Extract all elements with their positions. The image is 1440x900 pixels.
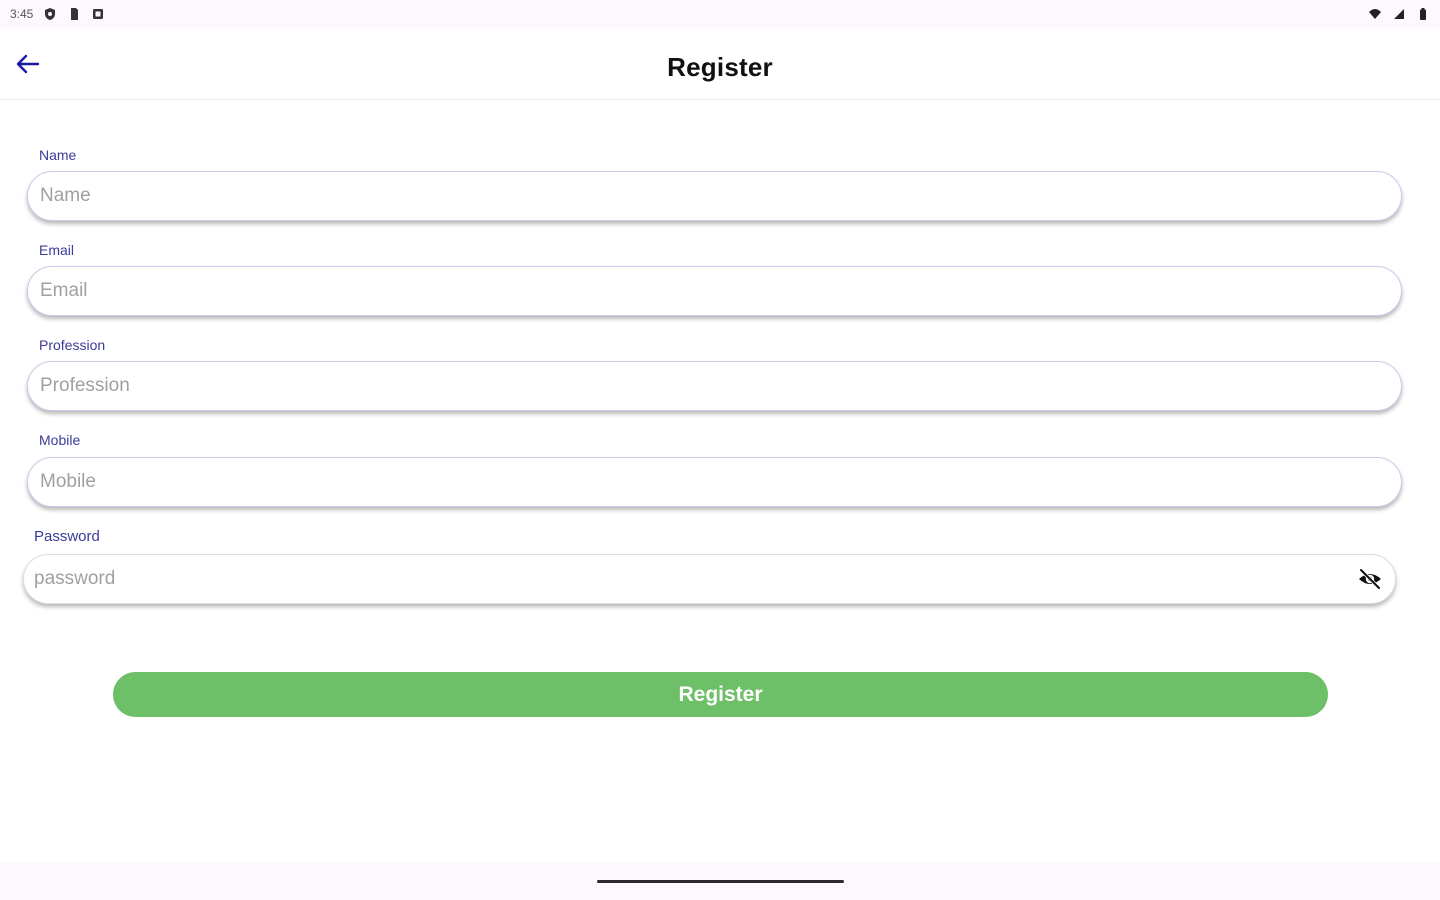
register-button[interactable]: Register	[113, 672, 1328, 717]
email-input[interactable]	[28, 280, 1401, 302]
signal-icon	[1392, 7, 1406, 21]
password-label: Password	[34, 528, 100, 545]
status-bar: 3:45	[0, 0, 1440, 28]
screenshot-icon	[91, 7, 105, 21]
status-bar-left: 3:45	[10, 7, 105, 21]
profession-input[interactable]	[28, 375, 1401, 397]
password-visibility-toggle[interactable]	[1355, 564, 1385, 594]
sim-card-icon	[67, 7, 81, 21]
battery-icon	[1416, 7, 1430, 21]
mobile-input[interactable]	[28, 471, 1401, 493]
navigation-bar	[0, 862, 1440, 900]
page-title: Register	[667, 52, 773, 82]
name-field-container	[27, 171, 1402, 221]
status-time: 3:45	[10, 7, 34, 21]
profession-label: Profession	[39, 337, 106, 353]
email-field-container	[27, 266, 1402, 316]
shield-icon	[43, 7, 57, 21]
password-field-container	[23, 554, 1396, 604]
email-label: Email	[39, 242, 75, 258]
password-input[interactable]	[24, 568, 1355, 590]
status-bar-right	[1368, 7, 1430, 21]
app-bar: Register	[0, 28, 1440, 100]
name-input[interactable]	[28, 185, 1401, 207]
mobile-field-container	[27, 457, 1402, 507]
eye-off-icon	[1359, 568, 1381, 590]
profession-field-container	[27, 361, 1402, 411]
mobile-label: Mobile	[39, 432, 81, 448]
wifi-icon	[1368, 7, 1382, 21]
home-indicator[interactable]	[597, 880, 844, 883]
name-label: Name	[39, 147, 77, 163]
